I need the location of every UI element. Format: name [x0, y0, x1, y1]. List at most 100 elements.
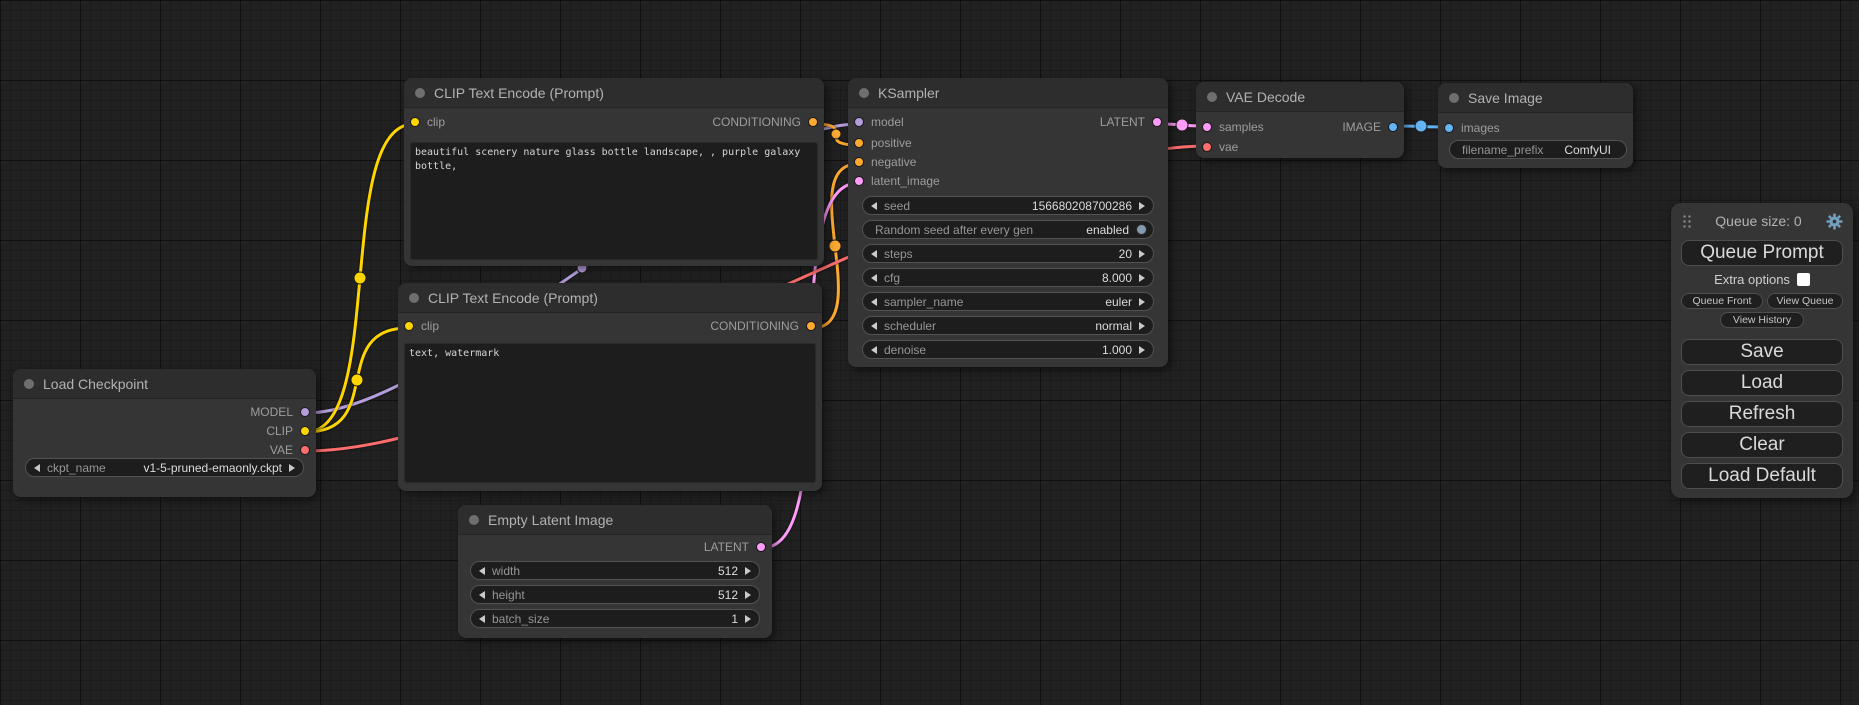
collapse-dot-icon[interactable] — [859, 88, 869, 98]
increment-arrow-icon[interactable] — [1139, 298, 1145, 306]
clip-input-label: clip — [421, 319, 439, 333]
scheduler-widget[interactable]: scheduler normal — [862, 316, 1154, 335]
node-header[interactable]: Empty Latent Image — [458, 505, 772, 535]
clear-button[interactable]: Clear — [1681, 432, 1843, 458]
widget-value: 512 — [718, 564, 738, 578]
toggle-on-icon[interactable] — [1136, 224, 1147, 235]
decrement-arrow-icon[interactable] — [479, 615, 485, 623]
cfg-widget[interactable]: cfg 8.000 — [862, 268, 1154, 287]
decrement-arrow-icon[interactable] — [871, 250, 877, 258]
node-header[interactable]: CLIP Text Encode (Prompt) — [404, 78, 824, 108]
model-input-slot[interactable] — [854, 117, 864, 127]
node-save-image[interactable]: Save Image images filename_prefix ComfyU… — [1438, 83, 1633, 168]
node-clip-text-encode-positive[interactable]: CLIP Text Encode (Prompt) clip CONDITION… — [404, 78, 824, 266]
collapse-dot-icon[interactable] — [24, 379, 34, 389]
decrement-arrow-icon[interactable] — [871, 202, 877, 210]
node-header[interactable]: KSampler — [848, 78, 1168, 108]
queue-prompt-button[interactable]: Queue Prompt — [1681, 240, 1843, 266]
node-vae-decode[interactable]: VAE Decode samples IMAGE vae — [1196, 82, 1404, 158]
latent-image-input-slot[interactable] — [854, 176, 864, 186]
increment-arrow-icon[interactable] — [1139, 322, 1145, 330]
settings-gear-icon[interactable] — [1826, 213, 1843, 230]
decrement-arrow-icon[interactable] — [479, 591, 485, 599]
clip-input-slot[interactable] — [404, 321, 414, 331]
decrement-arrow-icon[interactable] — [34, 464, 40, 472]
clip-input-slot[interactable] — [410, 117, 420, 127]
positive-input-slot[interactable] — [854, 138, 864, 148]
negative-input-slot[interactable] — [854, 157, 864, 167]
node-header[interactable]: Save Image — [1438, 83, 1633, 113]
increment-arrow-icon[interactable] — [1139, 274, 1145, 282]
decrement-arrow-icon[interactable] — [871, 322, 877, 330]
increment-arrow-icon[interactable] — [745, 615, 751, 623]
sampler-name-widget[interactable]: sampler_name euler — [862, 292, 1154, 311]
random-seed-toggle-widget[interactable]: Random seed after every gen enabled — [862, 220, 1154, 239]
node-ksampler[interactable]: KSampler model LATENT positive negative … — [848, 78, 1168, 367]
queue-front-button[interactable]: Queue Front — [1681, 293, 1763, 309]
view-queue-button[interactable]: View Queue — [1767, 293, 1843, 309]
collapse-dot-icon[interactable] — [415, 88, 425, 98]
increment-arrow-icon[interactable] — [1139, 250, 1145, 258]
decrement-arrow-icon[interactable] — [871, 274, 877, 282]
vae-output-slot[interactable] — [300, 445, 310, 455]
model-input-label: model — [871, 115, 904, 129]
collapse-dot-icon[interactable] — [1207, 92, 1217, 102]
positive-prompt-textarea[interactable]: beautiful scenery nature glass bottle la… — [410, 142, 818, 260]
node-header[interactable]: VAE Decode — [1196, 82, 1404, 112]
view-history-button[interactable]: View History — [1720, 312, 1804, 328]
decrement-arrow-icon[interactable] — [871, 298, 877, 306]
node-header[interactable]: CLIP Text Encode (Prompt) — [398, 283, 822, 313]
negative-prompt-textarea[interactable]: text, watermark — [404, 343, 816, 483]
collapse-dot-icon[interactable] — [469, 515, 479, 525]
clip-output-slot[interactable] — [300, 426, 310, 436]
widget-value: 156680208700286 — [1032, 199, 1132, 213]
collapse-dot-icon[interactable] — [409, 293, 419, 303]
comfy-menu-panel: Queue size: 0 — [1671, 203, 1853, 498]
vae-input-slot[interactable] — [1202, 142, 1212, 152]
latent-image-input-label: latent_image — [871, 174, 940, 188]
node-title: CLIP Text Encode (Prompt) — [434, 85, 604, 101]
widget-label: Random seed after every gen — [875, 223, 1033, 237]
steps-widget[interactable]: steps 20 — [862, 244, 1154, 263]
model-output-slot[interactable] — [300, 407, 310, 417]
increment-arrow-icon[interactable] — [1139, 202, 1145, 210]
conditioning-output-slot[interactable] — [806, 321, 816, 331]
node-title: Empty Latent Image — [488, 512, 613, 528]
decrement-arrow-icon[interactable] — [871, 346, 877, 354]
widget-label: denoise — [884, 343, 926, 357]
node-clip-text-encode-negative[interactable]: CLIP Text Encode (Prompt) clip CONDITION… — [398, 283, 822, 491]
increment-arrow-icon[interactable] — [1139, 346, 1145, 354]
ckpt-name-widget[interactable]: ckpt_name v1-5-pruned-emaonly.ckpt — [25, 458, 304, 477]
filename-prefix-widget[interactable]: filename_prefix ComfyUI — [1449, 140, 1627, 159]
height-widget[interactable]: height 512 — [470, 585, 760, 604]
node-title: Load Checkpoint — [43, 376, 148, 392]
latent-output-slot[interactable] — [756, 542, 766, 552]
width-widget[interactable]: width 512 — [470, 561, 760, 580]
increment-arrow-icon[interactable] — [745, 567, 751, 575]
extra-options-checkbox[interactable] — [1797, 273, 1810, 286]
increment-arrow-icon[interactable] — [745, 591, 751, 599]
graph-canvas[interactable]: Load Checkpoint MODEL CLIP VAE ckpt_name… — [0, 0, 1859, 705]
seed-widget[interactable]: seed 156680208700286 — [862, 196, 1154, 215]
denoise-widget[interactable]: denoise 1.000 — [862, 340, 1154, 359]
node-empty-latent-image[interactable]: Empty Latent Image LATENT width 512 heig… — [458, 505, 772, 638]
refresh-button[interactable]: Refresh — [1681, 401, 1843, 427]
image-output-slot[interactable] — [1388, 122, 1398, 132]
link-midpoint-dot — [1415, 120, 1427, 132]
conditioning-output-slot[interactable] — [808, 117, 818, 127]
node-load-checkpoint-header[interactable]: Load Checkpoint — [13, 369, 316, 399]
latent-output-slot[interactable] — [1152, 117, 1162, 127]
load-button[interactable]: Load — [1681, 370, 1843, 396]
samples-input-slot[interactable] — [1202, 122, 1212, 132]
images-input-slot[interactable] — [1444, 123, 1454, 133]
extra-options-label: Extra options — [1714, 272, 1790, 287]
drag-handle-icon[interactable] — [1681, 213, 1691, 229]
load-default-button[interactable]: Load Default — [1681, 463, 1843, 489]
node-load-checkpoint[interactable]: Load Checkpoint MODEL CLIP VAE ckpt_name… — [13, 369, 316, 497]
collapse-dot-icon[interactable] — [1449, 93, 1459, 103]
decrement-arrow-icon[interactable] — [479, 567, 485, 575]
widget-value: normal — [1095, 319, 1132, 333]
increment-arrow-icon[interactable] — [289, 464, 295, 472]
batch-size-widget[interactable]: batch_size 1 — [470, 609, 760, 628]
save-button[interactable]: Save — [1681, 339, 1843, 365]
